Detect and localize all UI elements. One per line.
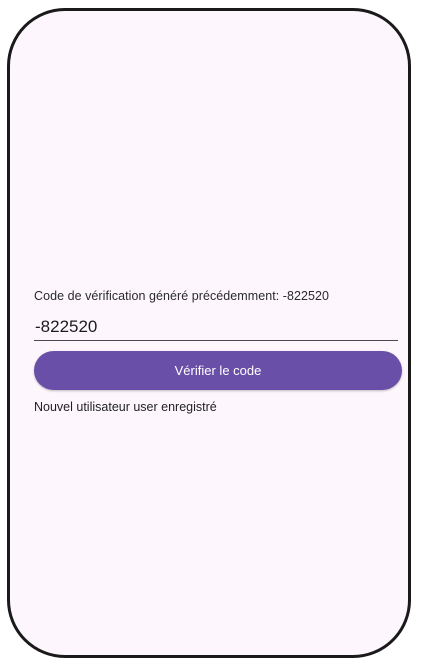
verify-code-button[interactable]: Vérifier le code: [34, 351, 402, 390]
verification-panel: Code de vérification généré précédemment…: [34, 289, 404, 414]
previous-code-label: Code de vérification généré précédemment…: [34, 289, 329, 303]
phone-frame: Code de vérification généré précédemment…: [7, 8, 411, 658]
verification-code-input[interactable]: -822520: [34, 315, 398, 341]
status-message: Nouvel utilisateur user enregistré: [34, 400, 217, 414]
